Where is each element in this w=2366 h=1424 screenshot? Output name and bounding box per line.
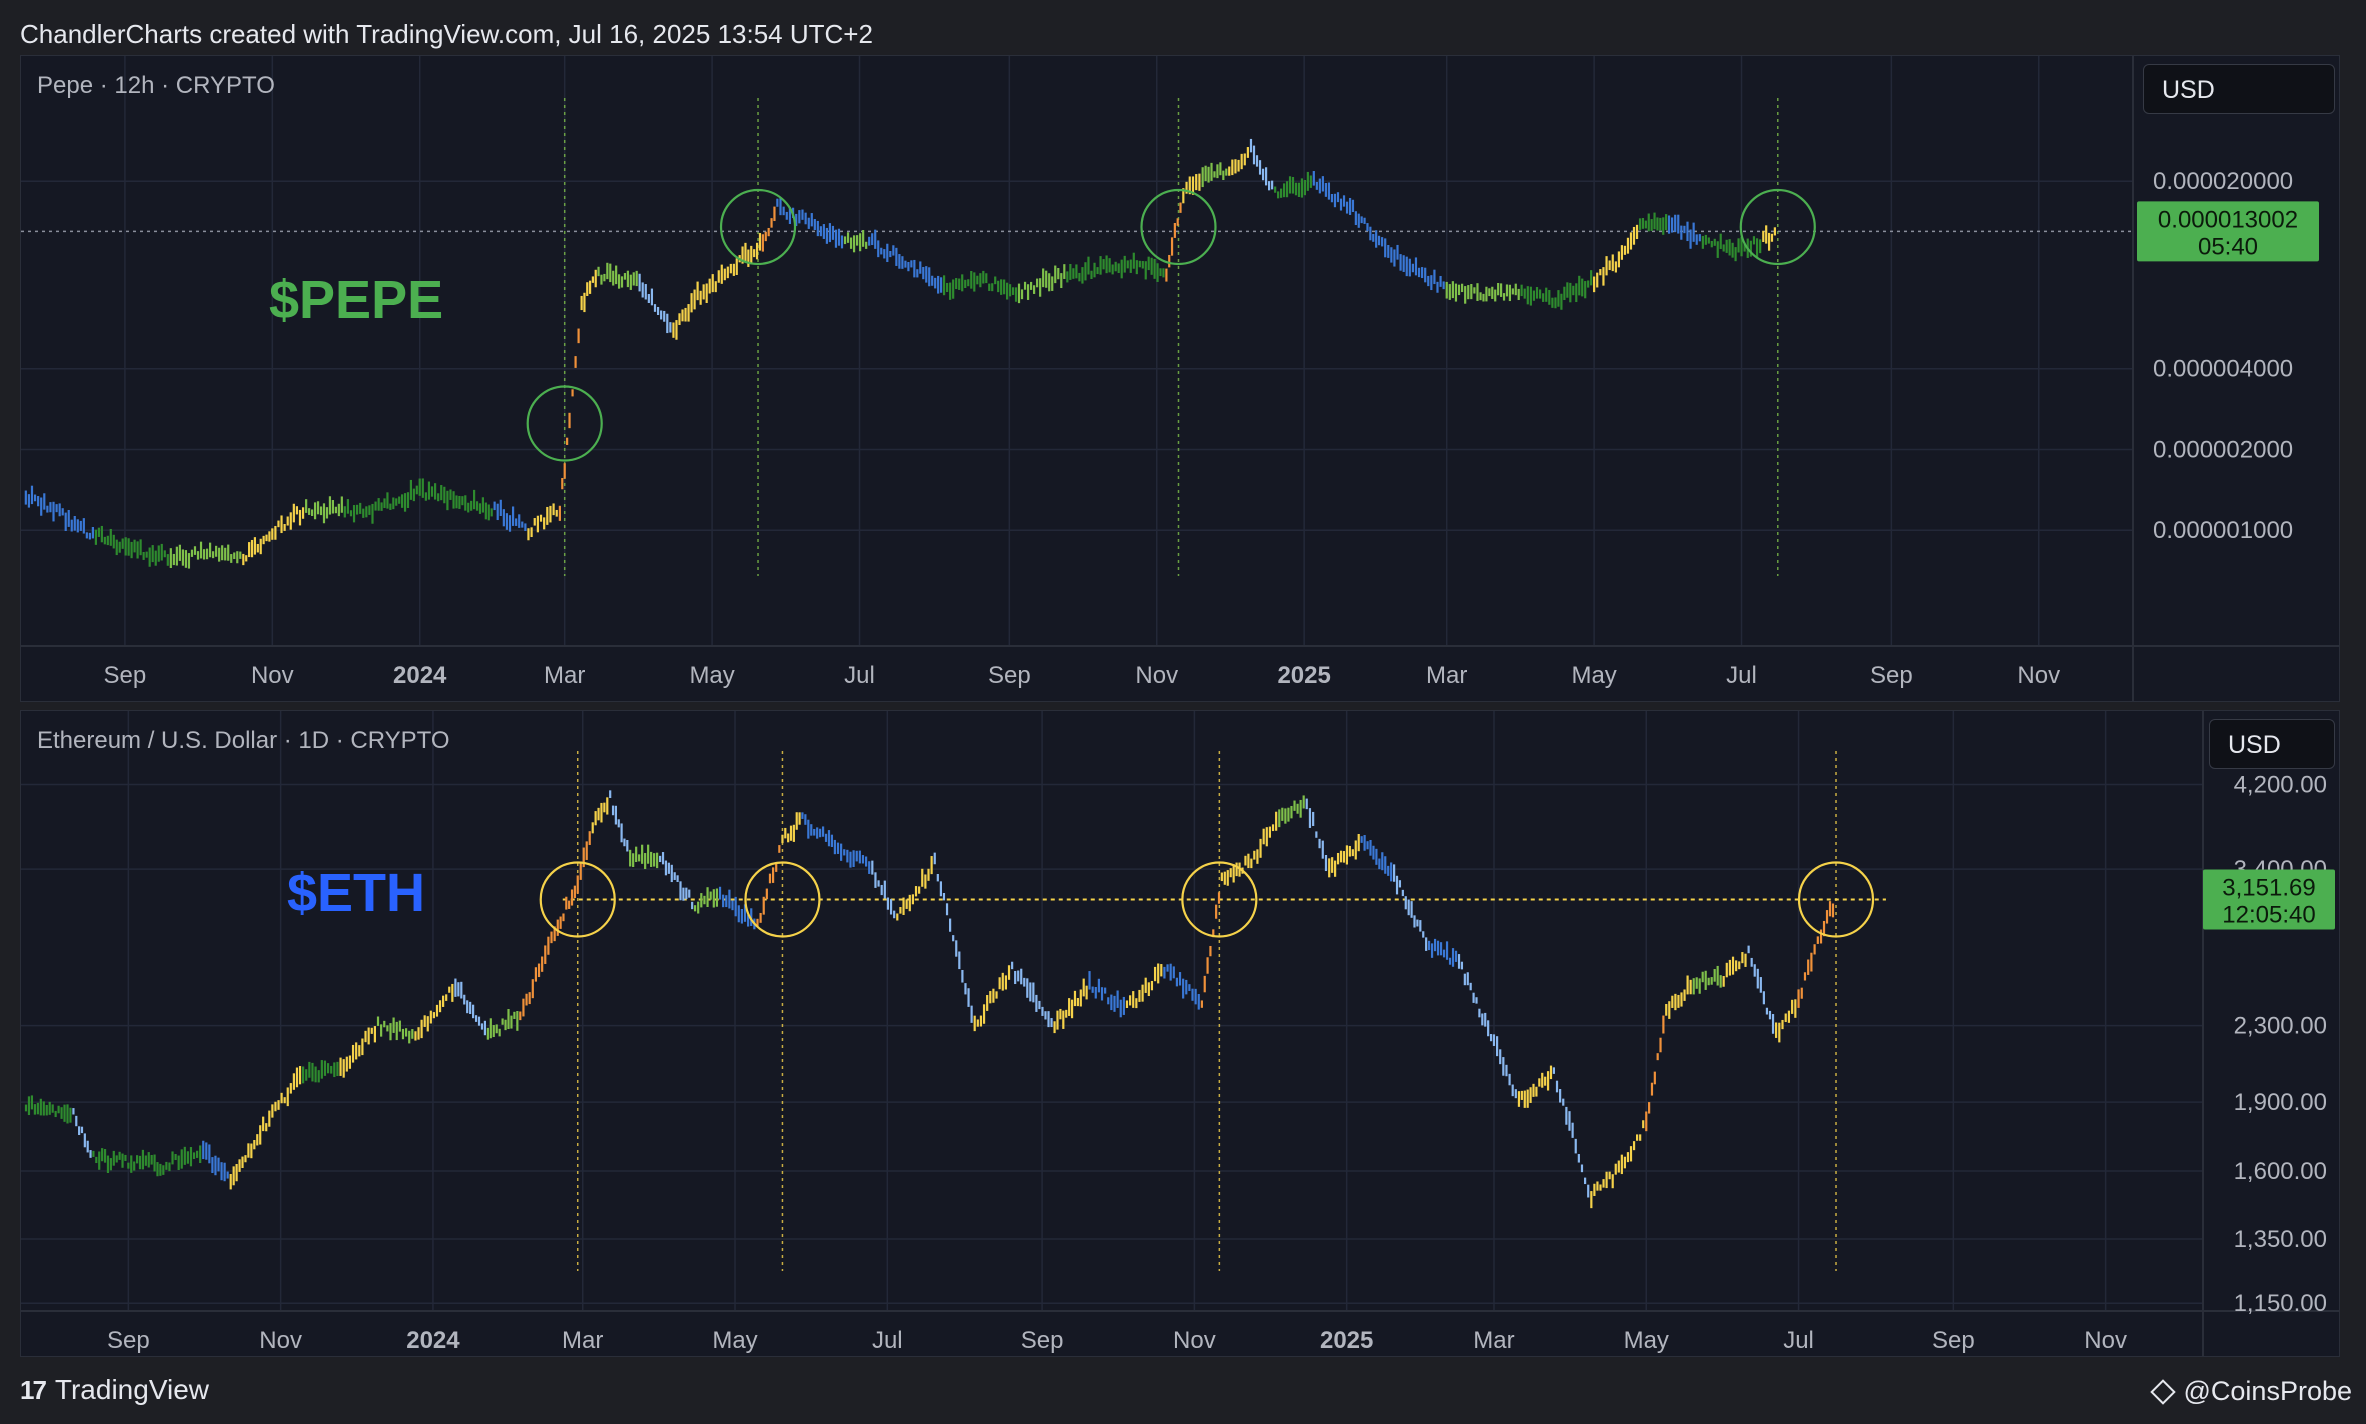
x-tick-label: Nov <box>1173 1327 1216 1354</box>
y-tick-label: 0.000002000 <box>2153 436 2293 463</box>
x-tick-label: Nov <box>251 662 294 689</box>
countdown-value: 12:05:40 <box>2222 901 2315 928</box>
eth-chart-panel[interactable]: Sep Nov 2024 Mar May Jul Sep Nov 2025 Mar May Jul Se… <box>20 710 2340 1357</box>
price-series <box>24 790 1835 1209</box>
pepe-chart[interactable]: Sep Nov 2024 Mar May Jul Sep Nov 2025 Mar May Jul Se… <box>21 56 2339 701</box>
pepe-symbol-label: Pepe · 12h · CRYPTO <box>37 72 275 99</box>
x-tick-label: Nov <box>2017 662 2060 689</box>
x-tick-label: Nov <box>259 1327 302 1354</box>
x-tick-label: May <box>712 1327 757 1354</box>
x-tick-label: 2024 <box>393 662 447 689</box>
x-tick-label: Mar <box>1473 1327 1514 1354</box>
eth-symbol-label: Ethereum / U.S. Dollar · 1D · CRYPTO <box>37 727 450 754</box>
x-tick-label: 2025 <box>1320 1327 1373 1354</box>
eth-chart[interactable]: Sep Nov 2024 Mar May Jul Sep Nov 2025 Mar May Jul Se… <box>21 711 2339 1356</box>
x-tick-label: 2025 <box>1277 662 1330 689</box>
grid <box>21 711 2203 1311</box>
x-tick-label: Sep <box>104 662 147 689</box>
x-tick-label: May <box>1571 662 1616 689</box>
x-tick-label: Nov <box>2084 1327 2127 1354</box>
x-tick-label: Sep <box>1932 1327 1975 1354</box>
chart-header: ChandlerCharts created with TradingView.… <box>20 19 873 49</box>
tradingview-logo-icon[interactable]: 17 <box>20 1375 47 1406</box>
grid <box>21 56 2133 646</box>
x-tick-label: Jul <box>1726 662 1757 689</box>
x-tick-label: Jul <box>844 662 875 689</box>
price-series <box>24 138 1776 569</box>
y-tick-label: 1,600.00 <box>2234 1158 2327 1185</box>
x-tick-label: Sep <box>1021 1327 1064 1354</box>
watermark-text: @CoinsProbe <box>2183 1376 2353 1406</box>
last-price-value: 0.000013002 <box>2158 206 2298 233</box>
x-tick-label: May <box>1624 1327 1669 1354</box>
footer-brand[interactable]: TradingView <box>55 1374 209 1406</box>
x-tick-label: Mar <box>562 1327 603 1354</box>
x-tick-label: 2024 <box>406 1327 460 1354</box>
y-tick-label: 1,350.00 <box>2234 1226 2327 1253</box>
countdown-value: 05:40 <box>2198 233 2258 260</box>
pepe-chart-panel[interactable]: Sep Nov 2024 Mar May Jul Sep Nov 2025 Mar May Jul Se… <box>20 55 2340 702</box>
y-tick-label: 0.000020000 <box>2153 168 2293 195</box>
x-tick-label: Mar <box>544 662 585 689</box>
eth-currency-selector[interactable]: USD <box>2209 719 2335 769</box>
chart-title: $PEPE <box>269 270 443 330</box>
y-tick-label: 1,150.00 <box>2234 1290 2327 1317</box>
x-tick-label: Sep <box>107 1327 150 1354</box>
y-tick-label: 0.000001000 <box>2153 517 2293 544</box>
y-tick-label: 0.000004000 <box>2153 356 2293 383</box>
diamond-icon <box>2149 1378 2176 1405</box>
x-tick-label: Jul <box>1783 1327 1814 1354</box>
last-price-value: 3,151.69 <box>2222 874 2315 901</box>
pepe-currency-selector[interactable]: USD <box>2143 64 2335 114</box>
y-tick-label: 2,300.00 <box>2234 1013 2327 1040</box>
x-tick-label: Sep <box>988 662 1031 689</box>
x-tick-label: May <box>689 662 734 689</box>
x-tick-label: Jul <box>872 1327 903 1354</box>
footer: 17 TradingView <box>20 1370 209 1410</box>
x-tick-label: Nov <box>1135 662 1178 689</box>
y-tick-label: 4,200.00 <box>2234 771 2327 798</box>
x-tick-label: Sep <box>1870 662 1913 689</box>
y-tick-label: 1,900.00 <box>2234 1089 2327 1116</box>
watermark: @CoinsProbe <box>2149 1376 2353 1407</box>
x-tick-label: Mar <box>1426 662 1467 689</box>
chart-title: $ETH <box>287 863 425 923</box>
